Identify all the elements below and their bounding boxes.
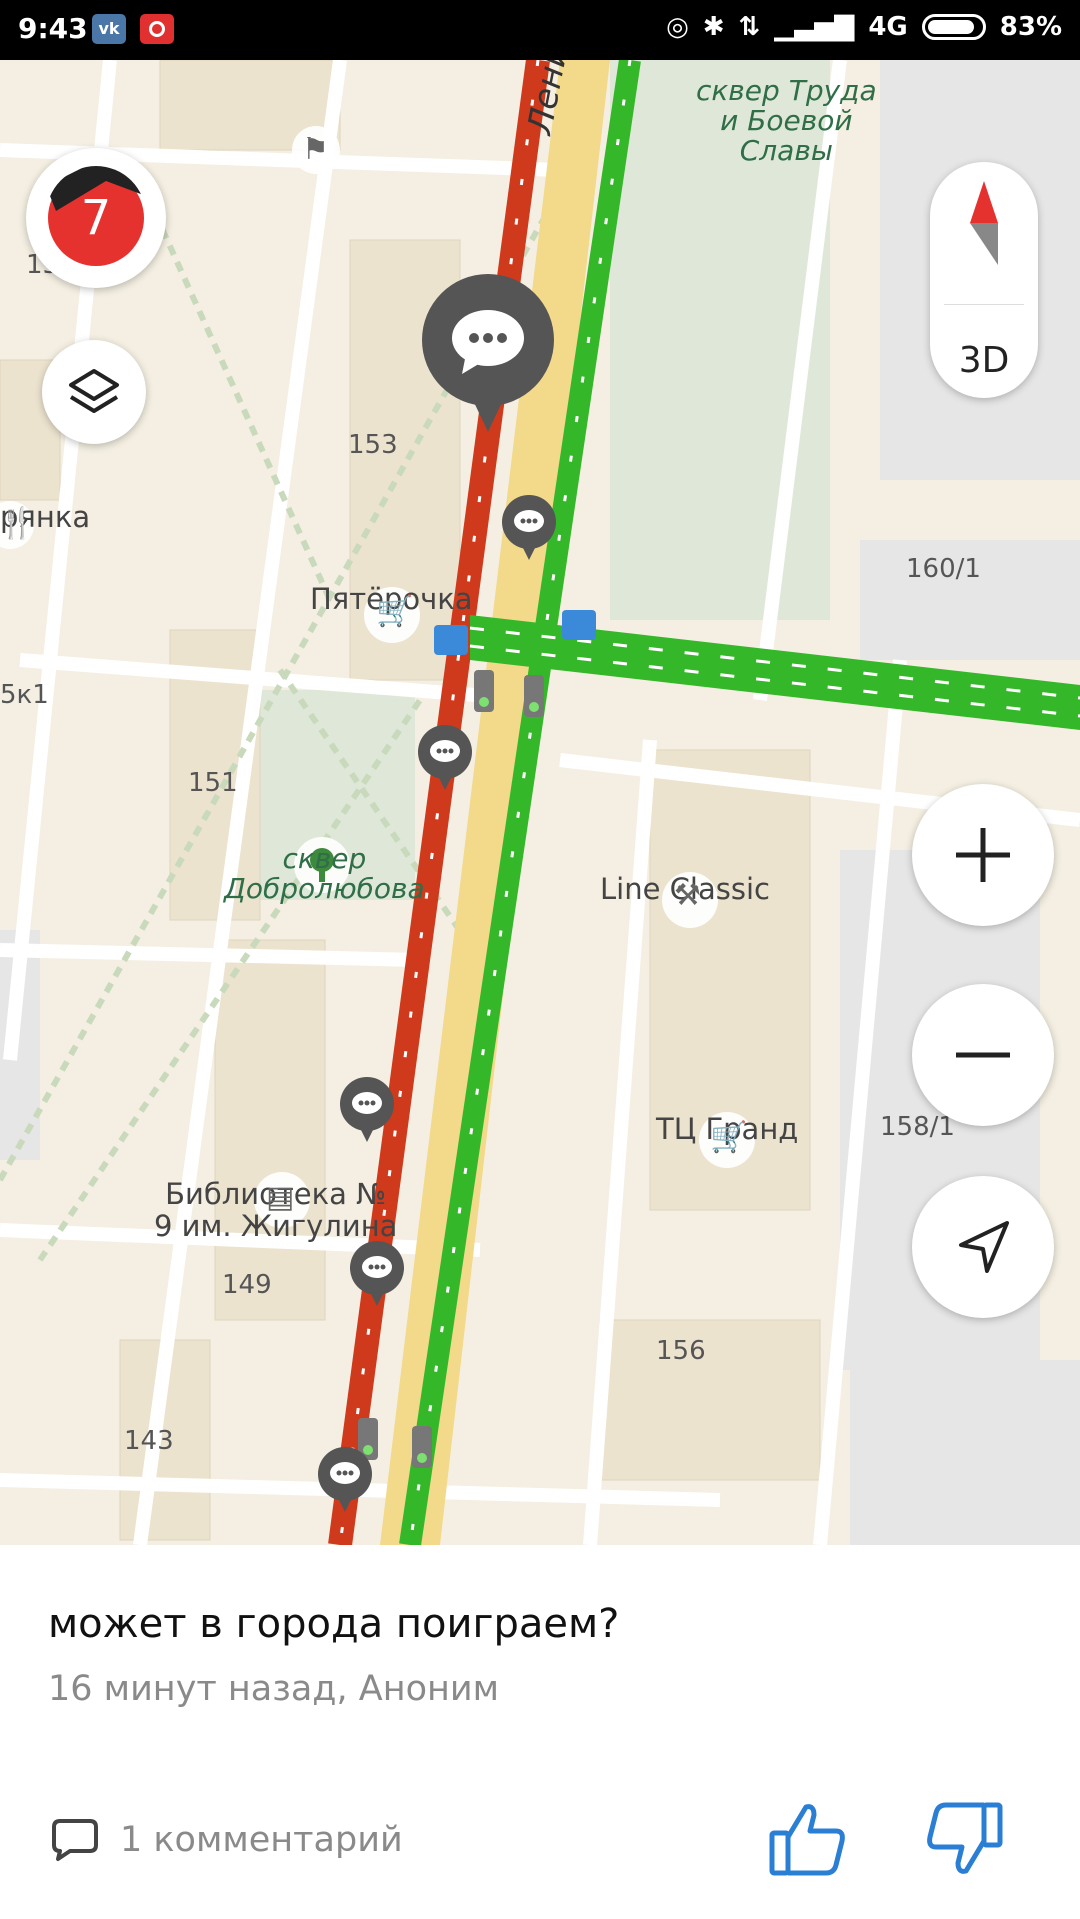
thumbs-up-icon — [769, 1804, 845, 1876]
layers-button[interactable] — [42, 340, 146, 444]
like-button[interactable] — [768, 1799, 848, 1879]
network-type: 4G — [868, 12, 908, 42]
chat-pin[interactable] — [338, 1076, 396, 1146]
minus-icon — [956, 1052, 1010, 1058]
status-right-group: ◎ ✱ ⇅ ▁▃▅▇ 4G 83% — [666, 12, 1062, 42]
chat-pin[interactable] — [316, 1446, 374, 1516]
flag-icon: ⚑ — [302, 132, 329, 167]
chat-pin[interactable] — [500, 494, 558, 564]
restaurant-icon: 🍴 — [0, 506, 36, 541]
chat-pin[interactable] — [348, 1240, 406, 1310]
notification-badge: 7 — [48, 170, 144, 266]
signal-icon: ▁▃▅▇ — [774, 12, 855, 42]
chat-pin-large[interactable] — [416, 272, 560, 440]
vk-icon: vk — [92, 14, 126, 44]
building-143: 143 — [124, 1426, 174, 1456]
post-panel: может в города поиграем? 16 минут назад,… — [0, 1545, 1080, 1919]
building-5k1: 5к1 — [0, 680, 49, 710]
post-text: может в города поиграем? — [48, 1601, 620, 1647]
building-158-1: 158/1 — [880, 1112, 955, 1142]
data-arrows-icon: ⇅ — [738, 12, 761, 42]
divider — [944, 303, 1024, 305]
building-149: 149 — [222, 1270, 272, 1300]
hotspot-icon: ◎ — [666, 12, 689, 42]
shopping-cart-icon: 🛒 — [376, 594, 414, 629]
book-icon: ▤ — [266, 1180, 295, 1215]
status-bar: 9:43 vk ◎ ✱ ⇅ ▁▃▅▇ 4G 83% — [0, 0, 1080, 60]
layers-icon — [69, 369, 119, 413]
shopping-cart-icon: 🛒 — [710, 1120, 748, 1155]
building-151: 151 — [188, 768, 238, 798]
map-view[interactable]: Ленинский сквер Труда и Боевой Славы 155… — [0, 60, 1080, 1545]
user-notifications-button[interactable]: 7 — [26, 148, 166, 288]
comments-count: 1 комментарий — [120, 1820, 403, 1860]
battery-level: 83% — [999, 12, 1062, 42]
plus-icon — [956, 828, 1010, 882]
park-label-dobrolyubova: сквер Добролюбова — [224, 842, 425, 905]
park-label-trud: сквер Труда и Боевой Славы — [696, 74, 877, 167]
my-location-button[interactable] — [912, 1176, 1054, 1318]
status-time: 9:43 — [18, 12, 88, 45]
chat-pin[interactable] — [416, 724, 474, 794]
record-icon — [140, 14, 174, 44]
tools-icon: ⚒ — [674, 878, 701, 913]
comment-icon — [52, 1819, 98, 1861]
navigation-arrow-icon — [959, 1221, 1009, 1273]
building-153: 153 — [348, 430, 398, 460]
battery-icon — [921, 14, 986, 40]
zoom-in-button[interactable] — [912, 784, 1054, 926]
post-meta: 16 минут назад, Аноним — [48, 1669, 500, 1709]
building-160-1: 160/1 — [906, 554, 981, 584]
zoom-out-button[interactable] — [912, 984, 1054, 1126]
comments-link[interactable]: 1 комментарий — [50, 1817, 403, 1863]
building-156: 156 — [656, 1336, 706, 1366]
compass-3d-control[interactable]: 3D — [930, 162, 1038, 398]
dislike-button[interactable] — [924, 1799, 1004, 1879]
bluetooth-icon: ✱ — [702, 12, 725, 42]
thumbs-down-icon — [927, 1802, 1003, 1874]
compass-icon[interactable] — [964, 179, 1004, 269]
3d-toggle-button[interactable]: 3D — [959, 340, 1010, 381]
